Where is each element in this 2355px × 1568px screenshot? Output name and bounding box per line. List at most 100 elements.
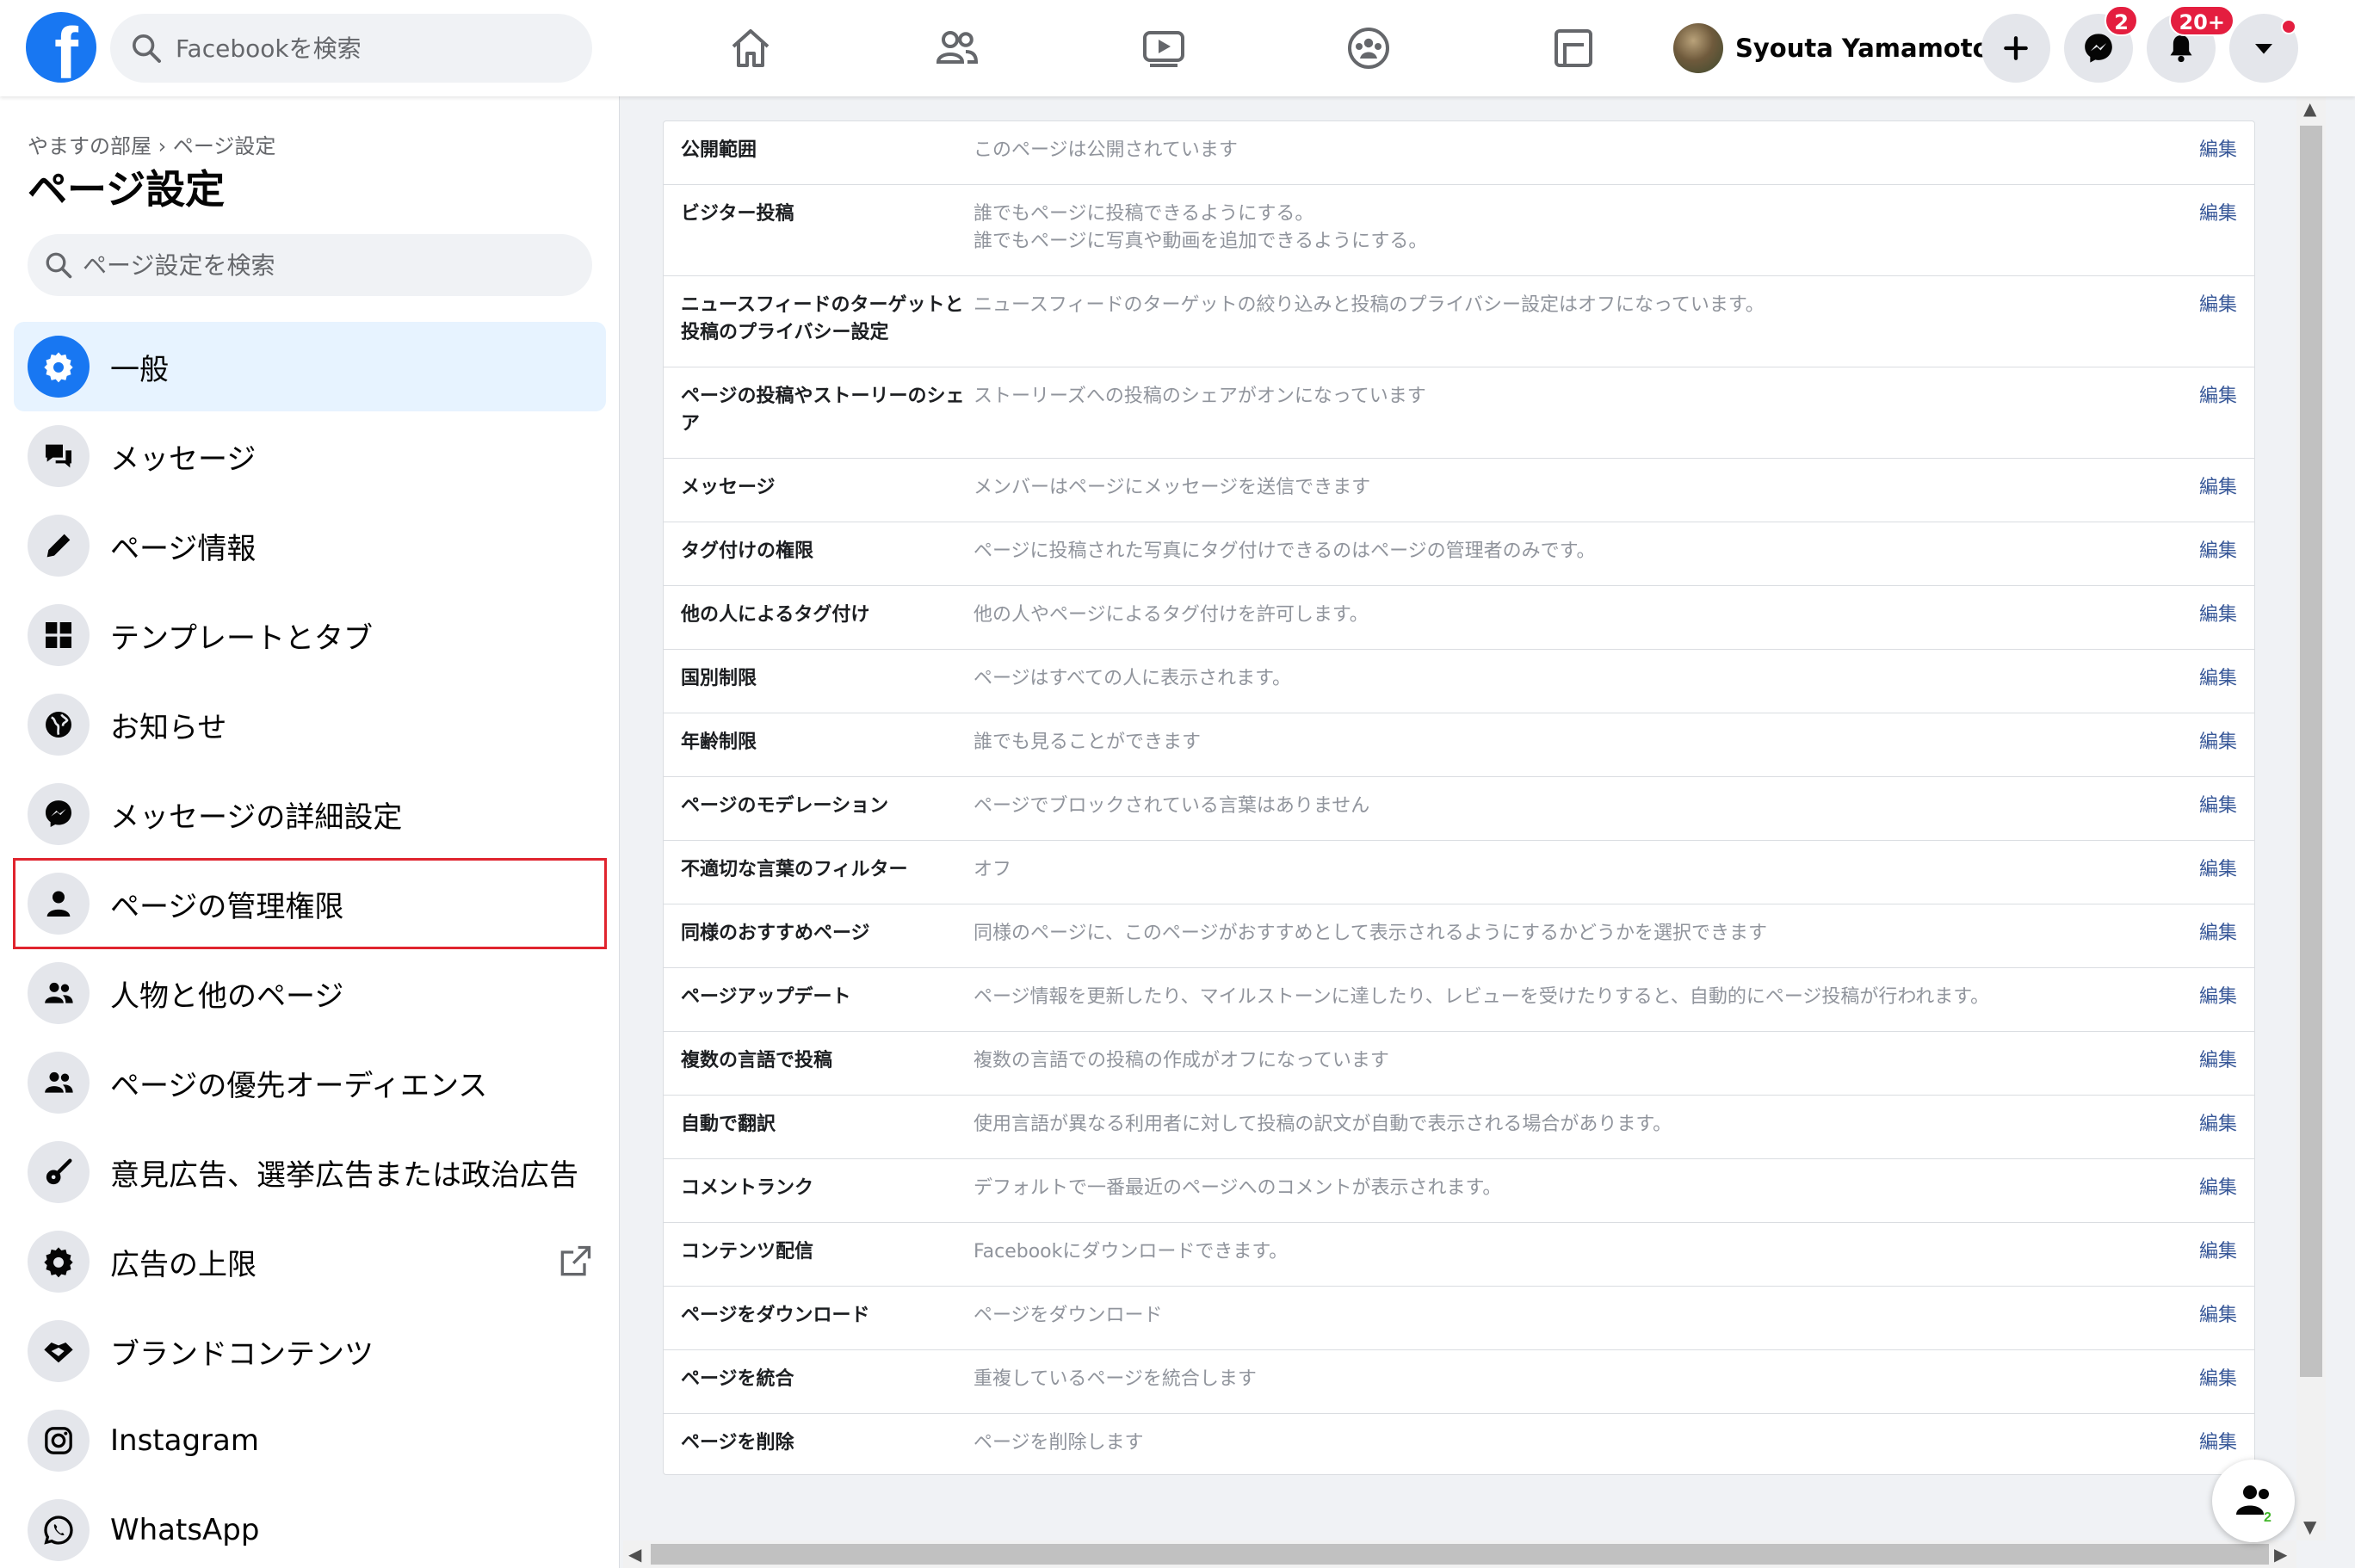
settings-row-multi-language-posts[interactable]: 複数の言語で投稿 複数の言語での投稿の作成がオフになっています 編集 xyxy=(664,1032,2254,1096)
external-link-icon[interactable] xyxy=(556,1243,594,1281)
profile-name: Syouta Yamamoto xyxy=(1735,34,1990,63)
sidebar-item-instagram[interactable]: Instagram xyxy=(14,1396,606,1485)
gear-icon xyxy=(28,1231,90,1293)
edit-link[interactable]: 編集 xyxy=(2199,729,2237,756)
sidebar-item-political-ads[interactable]: 意見広告、選挙広告または政治広告 xyxy=(14,1127,606,1217)
settings-row-news-feed-targeting[interactable]: ニュースフィードのターゲットと投稿のプライバシー設定 ニュースフィードのターゲッ… xyxy=(664,276,2254,367)
settings-row-content-distribution[interactable]: コンテンツ配信 Facebookにダウンロードできます。 編集 xyxy=(664,1223,2254,1287)
gear-icon xyxy=(28,336,90,398)
account-menu-button[interactable] xyxy=(2229,14,2298,83)
breadcrumb[interactable]: やますの部屋 › ページ設定 xyxy=(28,129,275,159)
messenger-button[interactable]: 2 xyxy=(2064,5,2138,83)
notifications-button[interactable]: 20+ xyxy=(2147,5,2234,83)
edit-link[interactable]: 編集 xyxy=(2199,292,2237,319)
setting-description: ページでブロックされている言葉はありません xyxy=(974,795,1370,817)
sidebar-item-branded-content[interactable]: ブランドコンテンツ xyxy=(14,1306,606,1396)
scroll-left-arrow-icon[interactable]: ◀ xyxy=(628,1546,641,1563)
sidebar-item-messages[interactable]: メッセージ xyxy=(14,411,606,501)
settings-row-page-moderation[interactable]: ページのモデレーション ページでブロックされている言葉はありません 編集 xyxy=(664,777,2254,841)
edit-link[interactable]: 編集 xyxy=(2199,1366,2237,1393)
setting-label: タグ付けの権限 xyxy=(681,540,814,562)
setting-label: ニュースフィードのターゲットと投稿のプライバシー設定 xyxy=(681,294,964,343)
sidebar-item-general[interactable]: 一般 xyxy=(14,322,606,411)
settings-row-merge-pages[interactable]: ページを統合 重複しているページを統合します 編集 xyxy=(664,1350,2254,1414)
edit-link[interactable]: 編集 xyxy=(2199,984,2237,1011)
edit-link[interactable]: 編集 xyxy=(2199,856,2237,884)
edit-link[interactable]: 編集 xyxy=(2199,1429,2237,1457)
settings-row-country-restrictions[interactable]: 国別制限 ページはすべての人に表示されます。 編集 xyxy=(664,650,2254,713)
nav-groups[interactable] xyxy=(1339,19,1398,77)
vertical-scrollbar-thumb[interactable] xyxy=(2300,126,2322,1377)
edit-link[interactable]: 編集 xyxy=(2199,201,2237,228)
settings-row-others-tagging[interactable]: 他の人によるタグ付け 他の人やページによるタグ付けを許可します。 編集 xyxy=(664,586,2254,650)
settings-row-translate-automatically[interactable]: 自動で翻訳 使用言語が異なる利用者に対して投稿の訳文が自動で表示される場合があり… xyxy=(664,1096,2254,1159)
general-settings-panel: 公開範囲 このページは公開されています 編集 ビジター投稿 誰でもページに投稿で… xyxy=(663,120,2255,1475)
setting-description: Facebookにダウンロードできます。 xyxy=(974,1241,1289,1262)
nav-home[interactable] xyxy=(721,19,780,77)
sidebar-item-notifications[interactable]: お知らせ xyxy=(14,680,606,769)
edit-link[interactable]: 編集 xyxy=(2199,474,2237,502)
edit-link[interactable]: 編集 xyxy=(2199,602,2237,629)
messenger-icon xyxy=(28,783,90,845)
settings-search[interactable] xyxy=(28,234,592,296)
edit-link[interactable]: 編集 xyxy=(2199,1111,2237,1139)
settings-row-remove-page[interactable]: ページを削除 ページを削除します 編集 xyxy=(664,1414,2254,1478)
people-count-icon: 2 xyxy=(2236,1485,2272,1525)
sidebar-item-whatsapp[interactable]: WhatsApp xyxy=(14,1485,606,1568)
sidebar-item-label: メッセージの詳細設定 xyxy=(110,799,403,835)
search-icon xyxy=(133,34,161,63)
sidebar-item-advanced-messaging[interactable]: メッセージの詳細設定 xyxy=(14,769,606,859)
settings-row-messages[interactable]: メッセージ メンバーはページにメッセージを送信できます 編集 xyxy=(664,459,2254,522)
settings-row-download-page[interactable]: ページをダウンロード ページをダウンロード 編集 xyxy=(664,1287,2254,1350)
settings-row-similar-page-suggestions[interactable]: 同様のおすすめページ 同様のページに、このページがおすすめとして表示されるように… xyxy=(664,904,2254,968)
edit-link[interactable]: 編集 xyxy=(2199,1047,2237,1075)
horizontal-scrollbar-thumb[interactable] xyxy=(651,1544,2269,1565)
settings-row-age-restrictions[interactable]: 年齢制限 誰でも見ることができます 編集 xyxy=(664,713,2254,777)
instagram-icon xyxy=(28,1410,90,1472)
facebook-search-input[interactable] xyxy=(176,34,554,63)
sidebar-item-label: ページの管理権限 xyxy=(110,889,344,924)
scroll-right-arrow-icon[interactable]: ▶ xyxy=(2274,1546,2287,1563)
sidebar-item-people-other-pages[interactable]: 人物と他のページ xyxy=(14,948,606,1038)
edit-link[interactable]: 編集 xyxy=(2199,1238,2237,1266)
edit-link[interactable]: 編集 xyxy=(2199,383,2237,411)
sidebar-item-page-roles[interactable]: ページの管理権限 xyxy=(13,858,607,949)
settings-row-visibility[interactable]: 公開範囲 このページは公開されています 編集 xyxy=(664,121,2254,185)
setting-description: オフ xyxy=(974,859,1012,880)
settings-row-comment-ranking[interactable]: コメントランク デフォルトで一番最近のページへのコメントが表示されます。 編集 xyxy=(664,1159,2254,1223)
facebook-search[interactable] xyxy=(110,14,592,83)
settings-row-page-updates[interactable]: ページアップデート ページ情報を更新したり、マイルストーンに達したり、レビューを… xyxy=(664,968,2254,1032)
setting-description: ページ情報を更新したり、マイルストーンに達したり、レビューを受けたりすると、自動… xyxy=(974,986,1990,1008)
settings-row-visitor-posts[interactable]: ビジター投稿 誰でもページに投稿できるようにする。 誰でもページに写真や動画を追… xyxy=(664,185,2254,276)
edit-link[interactable]: 編集 xyxy=(2199,920,2237,948)
edit-link[interactable]: 編集 xyxy=(2199,1175,2237,1202)
create-button[interactable] xyxy=(1981,14,2050,83)
people-icon xyxy=(28,1052,90,1114)
facebook-logo-letter: f xyxy=(54,13,78,83)
sidebar-item-ad-limits[interactable]: 広告の上限 xyxy=(14,1217,606,1306)
search-icon xyxy=(46,252,72,279)
settings-row-story-sharing[interactable]: ページの投稿やストーリーのシェア ストーリーズへの投稿のシェアがオンになっていま… xyxy=(664,367,2254,459)
sidebar-item-preferred-audience[interactable]: ページの優先オーディエンス xyxy=(14,1038,606,1127)
page-roles-floating-button[interactable]: 2 xyxy=(2212,1460,2295,1542)
profile-chip[interactable]: Syouta Yamamoto xyxy=(1673,19,1990,77)
setting-description: ページに投稿された写真にタグ付けできるのはページの管理者のみです。 xyxy=(974,540,1596,562)
nav-watch[interactable] xyxy=(1134,19,1193,77)
edit-link[interactable]: 編集 xyxy=(2199,793,2237,820)
edit-link[interactable]: 編集 xyxy=(2199,665,2237,693)
scroll-down-arrow-icon[interactable]: ▼ xyxy=(2303,1518,2316,1535)
settings-search-input[interactable] xyxy=(83,250,565,280)
sidebar-item-label: 一般 xyxy=(110,352,169,387)
facebook-logo[interactable]: f xyxy=(26,12,96,83)
edit-link[interactable]: 編集 xyxy=(2199,1302,2237,1330)
scroll-up-arrow-icon[interactable]: ▲ xyxy=(2303,100,2316,117)
edit-link[interactable]: 編集 xyxy=(2199,538,2237,565)
settings-row-profanity-filter[interactable]: 不適切な言葉のフィルター オフ 編集 xyxy=(664,841,2254,904)
globe-icon xyxy=(28,694,90,756)
settings-row-tagging-ability[interactable]: タグ付けの権限 ページに投稿された写真にタグ付けできるのはページの管理者のみです… xyxy=(664,522,2254,586)
sidebar-item-page-info[interactable]: ページ情報 xyxy=(14,501,606,590)
edit-link[interactable]: 編集 xyxy=(2199,137,2237,164)
nav-friends[interactable] xyxy=(928,19,986,77)
nav-gaming[interactable] xyxy=(1544,19,1603,77)
sidebar-item-templates-tabs[interactable]: テンプレートとタブ xyxy=(14,590,606,680)
